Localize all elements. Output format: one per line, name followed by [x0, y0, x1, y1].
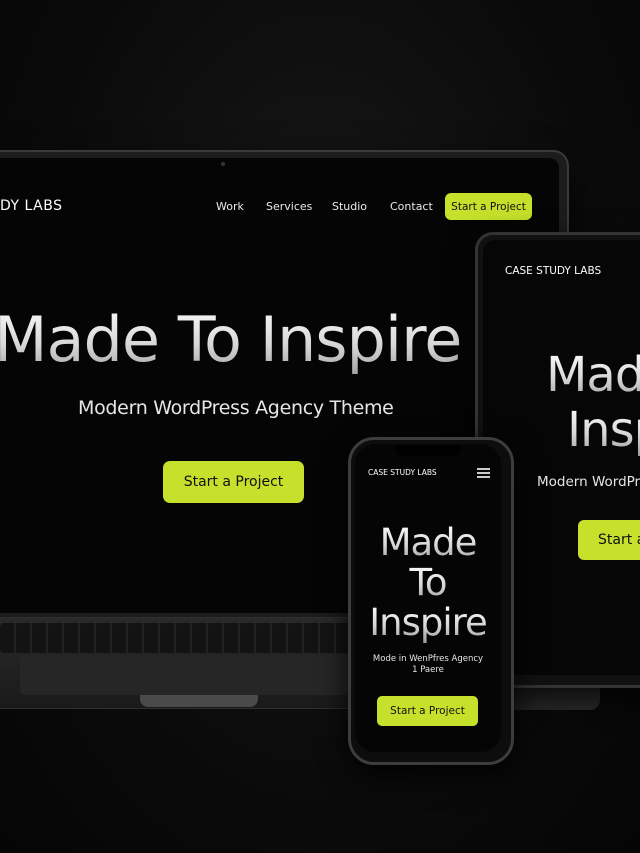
phone-headline-line2: To — [355, 563, 501, 603]
nav-work[interactable]: Work — [216, 200, 244, 213]
phone-subheadline-line2: 1 Paere — [412, 665, 444, 675]
tablet-headline-line2: Insp — [567, 403, 640, 458]
nav-studio[interactable]: Studio — [332, 200, 367, 213]
phone-notch — [395, 446, 461, 456]
tablet-headline-line1: Mad — [546, 348, 640, 403]
phone-headline-line3: Inspire — [355, 603, 501, 643]
tablet-subheadline: Modern WordPre — [537, 474, 640, 490]
tablet-logo[interactable]: CASE STUDY LABS — [505, 265, 601, 277]
phone-headline-line1: Made — [355, 523, 501, 563]
tablet-start-project-button[interactable]: Start a — [578, 520, 640, 560]
nav-start-project-button[interactable]: Start a Project — [445, 193, 532, 220]
laptop-logo[interactable]: DY LABS — [0, 198, 62, 214]
phone-start-project-button[interactable]: Start a Project — [377, 696, 478, 726]
phone-logo[interactable]: CASE STUDY LABS — [368, 468, 437, 477]
laptop-camera — [221, 162, 225, 166]
laptop-hero-subheadline: Modern WordPress Agency Theme — [78, 397, 394, 419]
laptop-trackpad — [20, 655, 350, 695]
hamburger-menu-icon[interactable] — [477, 468, 490, 478]
nav-services[interactable]: Services — [266, 200, 312, 213]
laptop-hero-headline: Made To Inspire — [0, 300, 464, 380]
laptop-hinge — [140, 695, 258, 707]
laptop-keyboard — [0, 623, 350, 653]
laptop-hero-start-project-button[interactable]: Start a Project — [163, 461, 304, 503]
phone-subheadline-line1: Mode in WenPfres Agency — [372, 654, 484, 664]
nav-contact[interactable]: Contact — [390, 200, 433, 213]
